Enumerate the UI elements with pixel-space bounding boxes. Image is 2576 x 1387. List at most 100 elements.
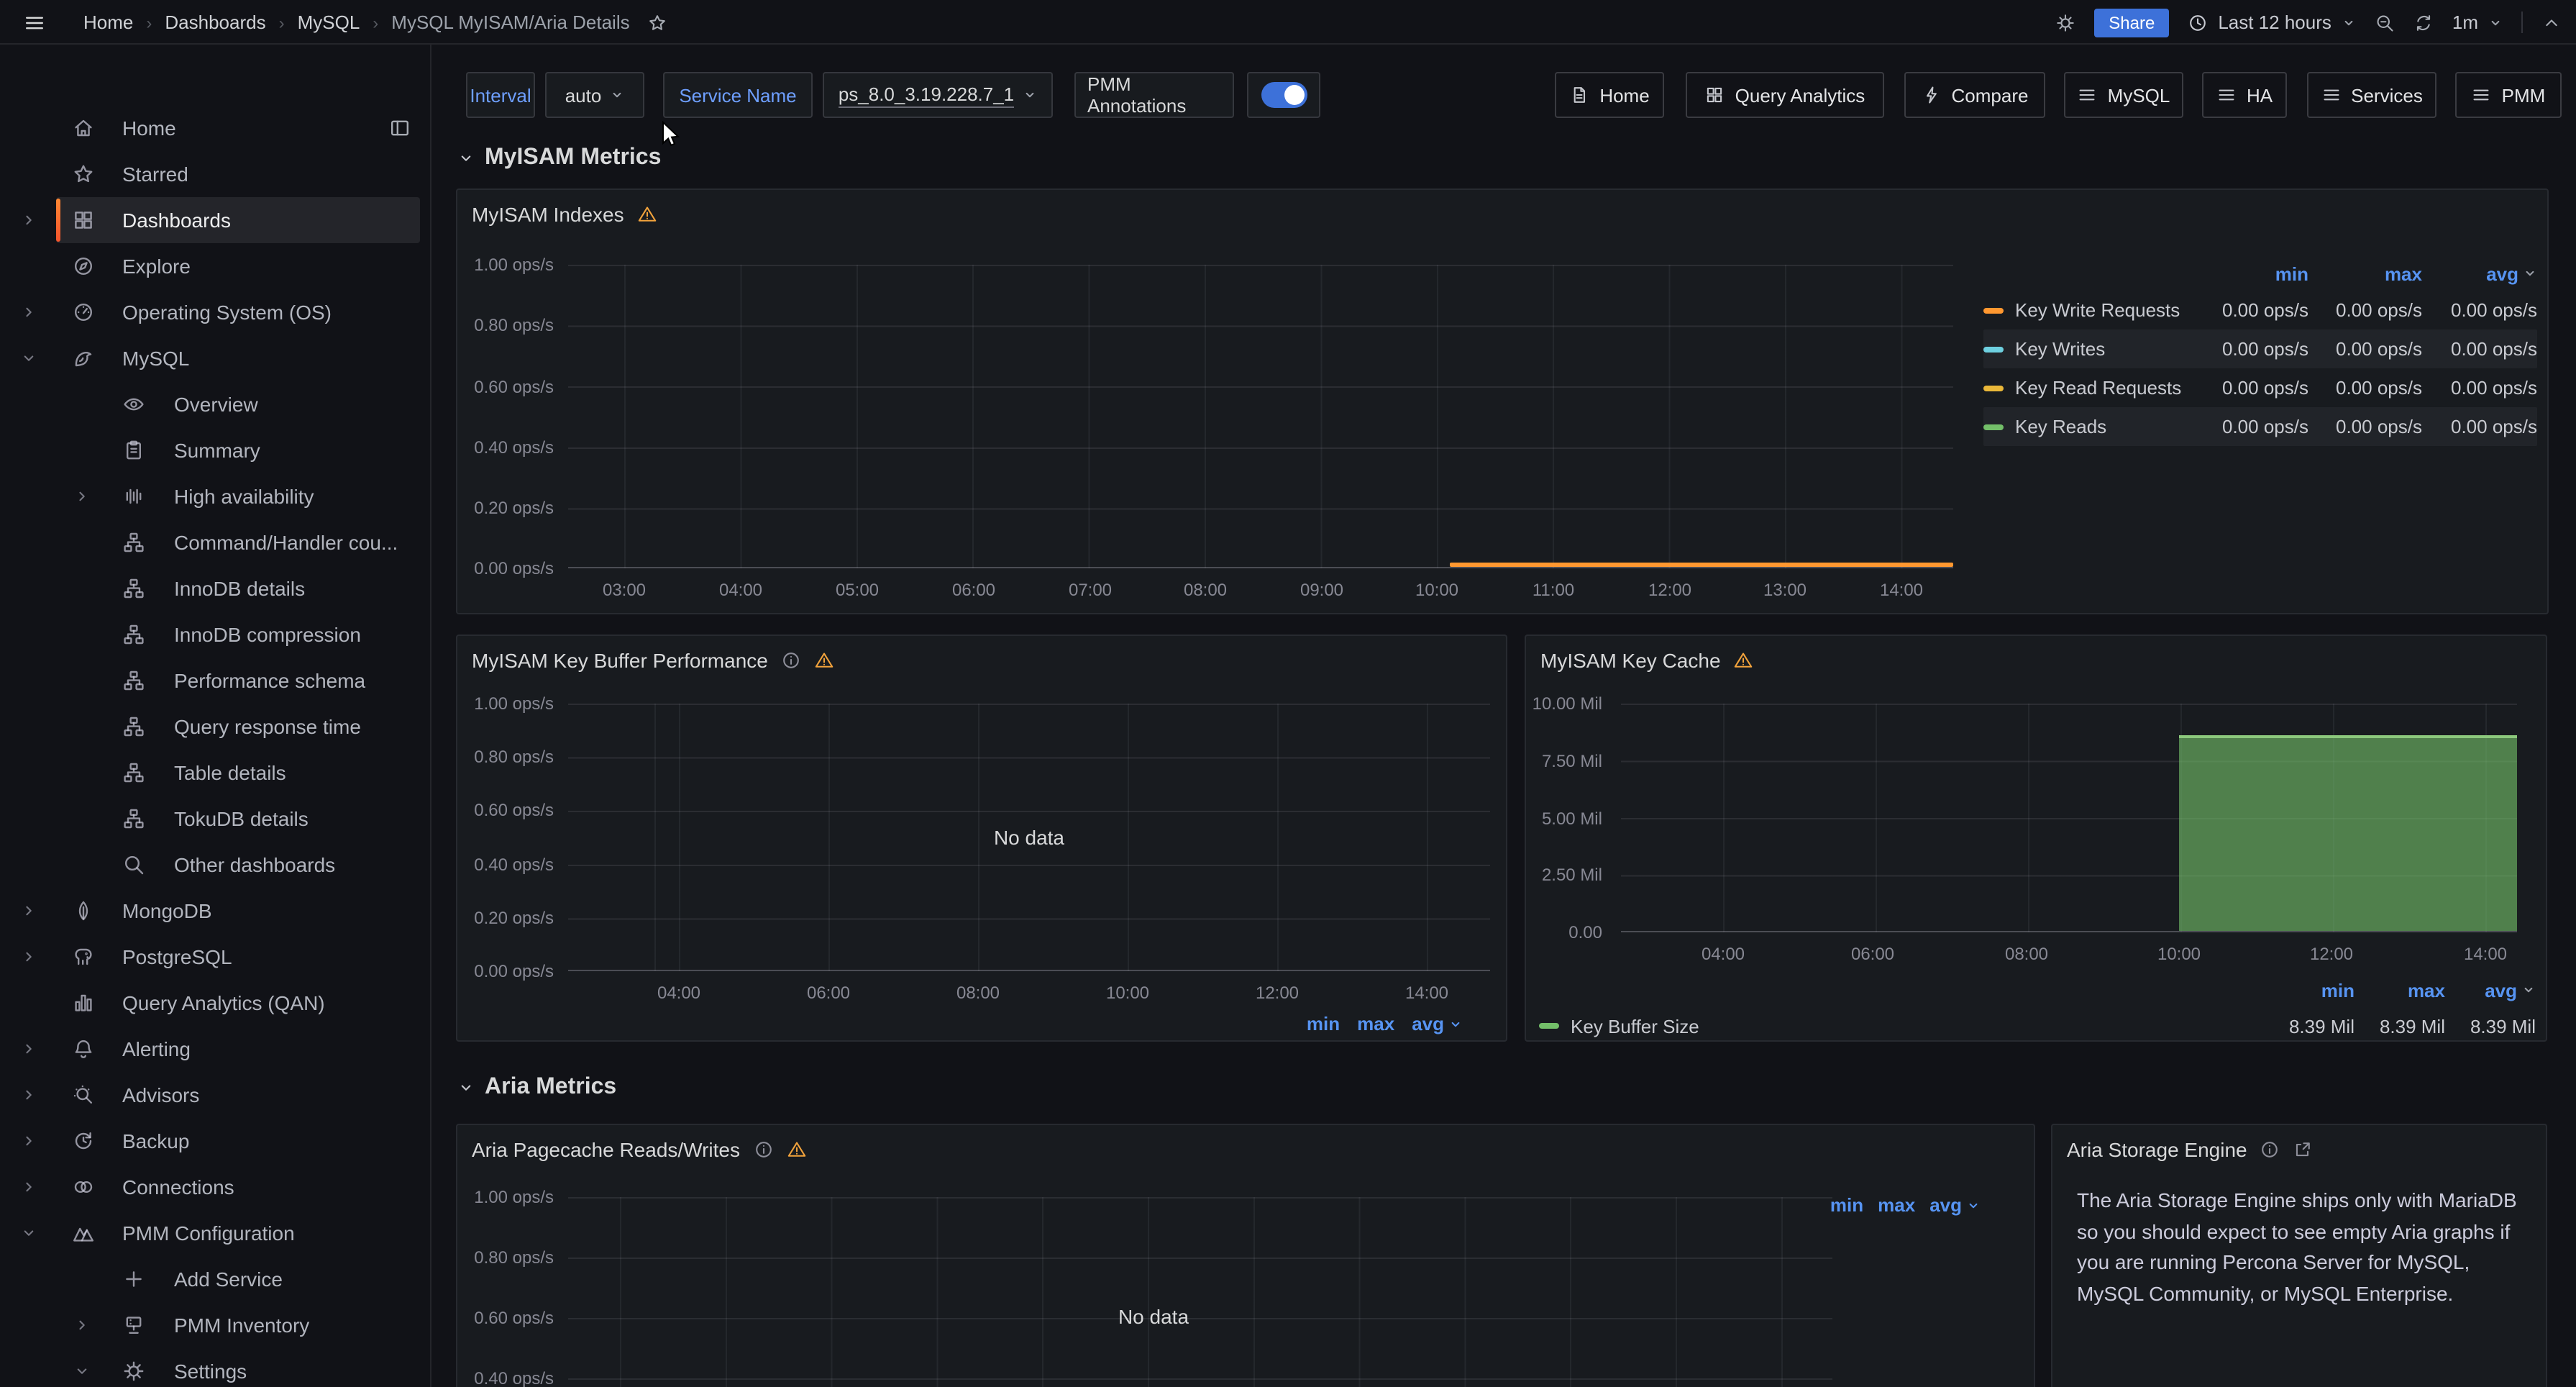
share-button[interactable]: Share [2094, 8, 2169, 37]
chevron-right-icon[interactable] [73, 1316, 91, 1334]
legend-sort-min[interactable]: min [1307, 1013, 1340, 1034]
legend-sort-avg[interactable]: avg [2422, 263, 2537, 284]
chart-plot-area[interactable] [568, 265, 1953, 568]
zoom-out-icon[interactable] [2375, 12, 2395, 32]
sidebar-item-backup[interactable]: Backup [56, 1118, 420, 1164]
legend-row[interactable]: Key Write Requests 0.00 ops/s 0.00 ops/s… [1983, 291, 2537, 329]
sidebar-item-performance-schema[interactable]: Performance schema [56, 658, 420, 704]
favorite-star-icon[interactable] [647, 12, 667, 32]
section-aria-metrics[interactable]: Aria Metrics [457, 1075, 616, 1101]
section-myisam-metrics[interactable]: MyISAM Metrics [457, 145, 661, 171]
legend-sort-min[interactable]: min [2264, 979, 2355, 1001]
chevron-right-icon[interactable] [20, 304, 37, 321]
panel-aria-pagecache[interactable]: Aria Pagecache Reads/Writes 1.00 ops/s 0… [456, 1124, 2035, 1387]
legend-sort-avg[interactable]: avg [1929, 1194, 1981, 1216]
info-icon[interactable] [781, 650, 801, 670]
chevron-right-icon[interactable] [20, 1178, 37, 1196]
sidebar-item-overview[interactable]: Overview [56, 381, 420, 427]
sidebar-item-explore[interactable]: Explore [56, 243, 420, 289]
legend-sort-max[interactable]: max [1357, 1013, 1394, 1034]
sidebar-item-summary[interactable]: Summary [56, 427, 420, 473]
warning-icon[interactable] [814, 650, 834, 670]
panel-myisam-indexes[interactable]: MyISAM Indexes 1.00 ops/s 0.80 ops/s 0.6… [456, 188, 2549, 614]
legend-sort-max[interactable]: max [1878, 1194, 1915, 1216]
chevron-right-icon[interactable] [20, 902, 37, 919]
legend-sort-max[interactable]: max [2308, 263, 2422, 284]
sidebar-item-settings[interactable]: Settings [56, 1348, 420, 1387]
legend-sort-min[interactable]: min [2195, 263, 2308, 284]
legend-sort-avg[interactable]: avg [1412, 1013, 1463, 1034]
toggle-on[interactable] [1261, 82, 1307, 108]
breadcrumb-dashboards[interactable]: Dashboards [165, 12, 265, 33]
sidebar-item-high-availability[interactable]: High availability [56, 473, 420, 519]
legend-row[interactable]: Key Buffer Size 8.39 Mil 8.39 Mil 8.39 M… [1539, 1007, 2536, 1045]
panel-myisam-key-buffer-performance[interactable]: MyISAM Key Buffer Performance 1.00 ops/s… [456, 635, 1507, 1042]
service-name-variable-select[interactable]: ps_8.0_3.19.228.7_1 [823, 72, 1053, 118]
chevron-down-icon[interactable] [20, 1224, 37, 1242]
refresh-icon[interactable] [2413, 12, 2434, 32]
chevron-right-icon[interactable] [20, 948, 37, 965]
chart-plot-area[interactable]: No data [568, 704, 1490, 971]
chevron-down-icon[interactable] [73, 1363, 91, 1380]
sidebar-item-innodb-compression[interactable]: InnoDB compression [56, 611, 420, 658]
sidebar-item-add-service[interactable]: Add Service [56, 1256, 420, 1302]
sidebar-item-connections[interactable]: Connections [56, 1164, 420, 1210]
chevron-right-icon[interactable] [73, 488, 91, 505]
breadcrumb-home[interactable]: Home [83, 12, 133, 33]
sidebar-item-command-handler[interactable]: Command/Handler cou... [56, 519, 420, 565]
sidebar-item-tokudb-details[interactable]: TokuDB details [56, 796, 420, 842]
menu-icon[interactable] [23, 12, 46, 35]
warning-icon[interactable] [637, 204, 657, 224]
sidebar-item-other-dashboards[interactable]: Other dashboards [56, 842, 420, 888]
sidebar-item-mongodb[interactable]: MongoDB [56, 888, 420, 934]
legend-sort-max[interactable]: max [2355, 979, 2445, 1001]
panel-aria-storage-engine[interactable]: Aria Storage Engine The Aria Storage Eng… [2051, 1124, 2547, 1387]
sidebar-item-starred[interactable]: Starred [56, 151, 420, 197]
sidebar-item-pmm-inventory[interactable]: PMM Inventory [56, 1302, 420, 1348]
chevron-right-icon[interactable] [20, 212, 37, 229]
chart-plot-area[interactable] [1621, 704, 2517, 932]
legend-row[interactable]: Key Read Requests 0.00 ops/s 0.00 ops/s … [1983, 368, 2537, 407]
refresh-interval-picker[interactable]: 1m [2452, 12, 2503, 33]
services-link-button[interactable]: Services [2307, 72, 2436, 118]
dashboard-settings-gear-icon[interactable] [2055, 12, 2075, 32]
sidebar-item-operating-system[interactable]: Operating System (OS) [56, 289, 420, 335]
breadcrumb-mysql[interactable]: MySQL [298, 12, 360, 33]
sidebar-item-query-response-time[interactable]: Query response time [56, 704, 420, 750]
chevron-down-icon[interactable] [20, 350, 37, 367]
pmm-link-button[interactable]: PMM [2455, 72, 2562, 118]
interval-variable-label[interactable]: Interval [466, 72, 535, 118]
chevron-right-icon[interactable] [20, 1132, 37, 1150]
sidebar-item-query-analytics[interactable]: Query Analytics (QAN) [56, 980, 420, 1026]
service-name-variable-label[interactable]: Service Name [663, 72, 813, 118]
sidebar-item-alerting[interactable]: Alerting [56, 1026, 420, 1072]
kiosk-chevron-up-icon[interactable] [2541, 12, 2562, 32]
sidebar-item-mysql[interactable]: MySQL [56, 335, 420, 381]
sidebar-item-innodb-details[interactable]: InnoDB details [56, 565, 420, 611]
legend-sort-min[interactable]: min [1830, 1194, 1863, 1216]
external-link-icon[interactable] [2293, 1140, 2314, 1160]
pmm-annotations-toggle[interactable] [1247, 72, 1320, 118]
ha-link-button[interactable]: HA [2202, 72, 2287, 118]
query-analytics-link-button[interactable]: Query Analytics [1686, 72, 1884, 118]
warning-icon[interactable] [786, 1140, 806, 1160]
home-link-button[interactable]: Home [1555, 72, 1664, 118]
mysql-link-button[interactable]: MySQL [2064, 72, 2183, 118]
sidebar-item-home[interactable]: Home [56, 105, 420, 151]
warning-icon[interactable] [1734, 650, 1754, 670]
sidebar-item-table-details[interactable]: Table details [56, 750, 420, 796]
time-range-picker[interactable]: Last 12 hours [2188, 12, 2356, 33]
panel-myisam-key-cache[interactable]: MyISAM Key Cache 10.00 Mil 7.50 Mil 5.00… [1525, 635, 2547, 1042]
legend-sort-avg[interactable]: avg [2445, 979, 2536, 1001]
chevron-right-icon[interactable] [20, 1040, 37, 1058]
interval-variable-select[interactable]: auto [545, 72, 644, 118]
compare-link-button[interactable]: Compare [1904, 72, 2045, 118]
chart-plot-area[interactable]: No data [568, 1197, 1832, 1387]
chevron-right-icon[interactable] [20, 1086, 37, 1104]
info-icon[interactable] [753, 1140, 773, 1160]
legend-row[interactable]: Key Reads 0.00 ops/s 0.00 ops/s 0.00 ops… [1983, 407, 2537, 446]
sidebar-item-advisors[interactable]: Advisors [56, 1072, 420, 1118]
sidebar-item-postgresql[interactable]: PostgreSQL [56, 934, 420, 980]
sidebar-item-dashboards[interactable]: Dashboards [56, 197, 420, 243]
legend-row[interactable]: Key Writes 0.00 ops/s 0.00 ops/s 0.00 op… [1983, 329, 2537, 368]
